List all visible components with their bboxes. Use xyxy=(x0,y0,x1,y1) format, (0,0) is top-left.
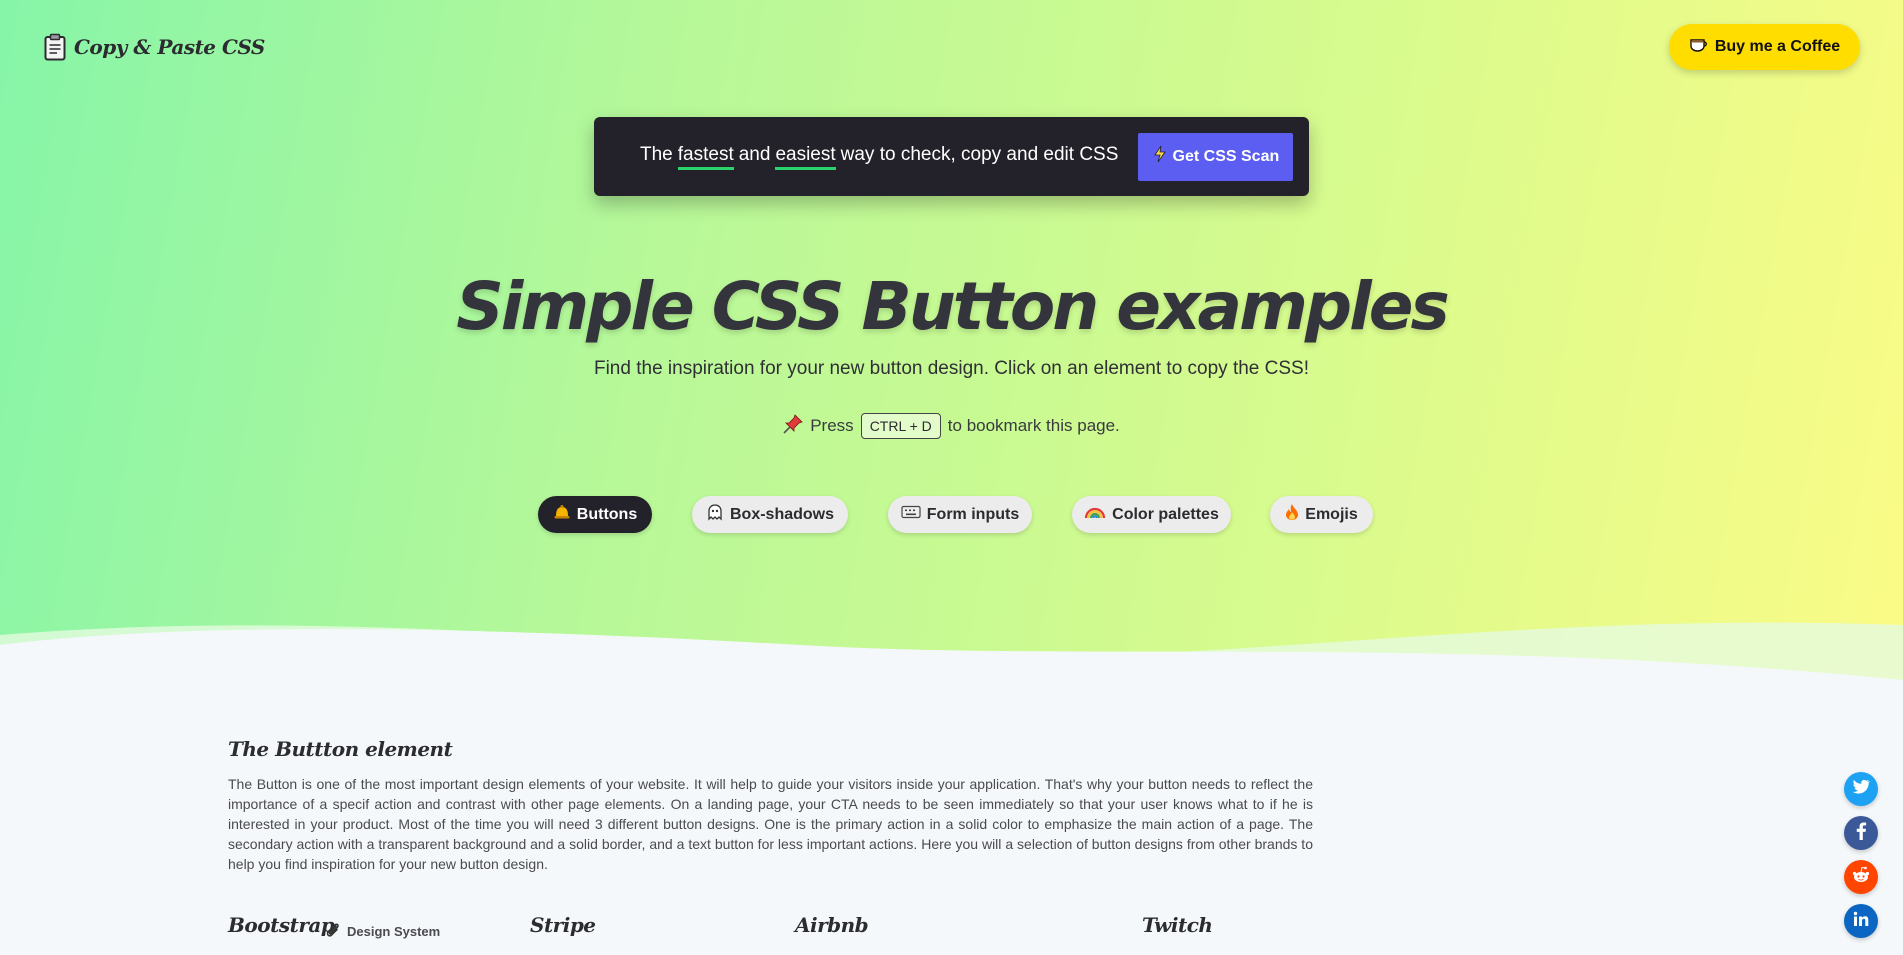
page-subtitle: Find the inspiration for your new button… xyxy=(593,358,1309,379)
coffee-label: Buy me a Coffee xyxy=(1714,38,1841,55)
tab-label: Box-shadows xyxy=(729,505,834,523)
promo-text-part: way to check, copy and edit CSS xyxy=(840,143,1119,165)
linkedin-share-button[interactable] xyxy=(1844,904,1878,938)
buy-coffee-button[interactable]: Buy me a Coffee xyxy=(1669,24,1860,70)
keyboard-shortcut: CTRL + D xyxy=(860,413,941,439)
tab-emojis[interactable]: Emojis xyxy=(1270,496,1373,533)
get-css-scan-label: Get CSS Scan xyxy=(1172,147,1280,165)
promo-banner: The fastest and easiest way to check, co… xyxy=(594,117,1309,196)
tab-label: Emojis xyxy=(1305,505,1358,523)
reddit-icon xyxy=(1851,866,1871,889)
design-system-link[interactable]: Design System xyxy=(324,921,440,942)
brand-airbnb: Airbnb xyxy=(795,913,869,937)
brand-stripe: Stripe xyxy=(530,913,596,937)
promo-highlight-easiest: easiest xyxy=(775,144,836,170)
brand-row: Bootstrap Design System Stripe Airbnb Tw… xyxy=(0,913,1903,943)
tab-buttons[interactable]: Buttons xyxy=(538,496,652,533)
linkedin-icon xyxy=(1853,911,1869,932)
tab-label: Buttons xyxy=(576,505,638,523)
category-tabs: Buttons Box-shadows Form inputs Color pa… xyxy=(0,496,1903,534)
keyboard-icon xyxy=(901,505,921,524)
bookmark-hint: Press CTRL + D to bookmark this page. xyxy=(0,413,1903,439)
logo-text: Copy & Paste CSS xyxy=(74,35,265,59)
twitter-icon xyxy=(1852,779,1870,800)
clipboard-icon xyxy=(44,33,66,61)
bell-icon xyxy=(553,504,571,525)
brand-bootstrap: Bootstrap xyxy=(228,913,335,937)
tab-box-shadows[interactable]: Box-shadows xyxy=(692,496,848,533)
tab-label: Color palettes xyxy=(1112,505,1219,523)
get-css-scan-button[interactable]: Get CSS Scan xyxy=(1138,132,1294,181)
brand-twitch: Twitch xyxy=(1142,913,1213,937)
fire-icon xyxy=(1285,503,1299,526)
tab-color-palettes[interactable]: Color palettes xyxy=(1072,496,1231,533)
coffee-cup-icon xyxy=(1689,37,1709,58)
reddit-share-button[interactable] xyxy=(1844,860,1878,894)
pushpin-icon xyxy=(783,413,803,439)
promo-highlight-fastest: fastest xyxy=(677,144,734,170)
facebook-share-button[interactable] xyxy=(1844,816,1878,850)
bookmark-rest-text: to bookmark this page. xyxy=(947,416,1120,435)
site-logo[interactable]: Copy & Paste CSS xyxy=(44,33,265,61)
promo-text-part: The xyxy=(640,143,673,165)
ghost-icon xyxy=(706,503,724,526)
promo-text-part: and xyxy=(738,143,771,165)
page-title: Simple CSS Button examples xyxy=(456,268,1450,345)
twitter-share-button[interactable] xyxy=(1844,772,1878,806)
hero-wave xyxy=(0,622,1903,720)
paperclip-icon xyxy=(324,921,342,942)
promo-text: The fastest and easiest way to check, co… xyxy=(640,144,1118,170)
section-body: The Button is one of the most important … xyxy=(228,776,1313,872)
tab-form-inputs[interactable]: Form inputs xyxy=(888,496,1032,533)
hero-background xyxy=(0,0,1903,700)
design-system-label: Design System xyxy=(347,924,441,939)
section-title: The Buttton element xyxy=(228,737,453,761)
lightning-icon xyxy=(1153,145,1167,168)
facebook-icon xyxy=(1855,821,1867,845)
rainbow-icon xyxy=(1084,505,1106,524)
tab-label: Form inputs xyxy=(926,505,1020,523)
bookmark-press-text: Press xyxy=(810,416,854,435)
